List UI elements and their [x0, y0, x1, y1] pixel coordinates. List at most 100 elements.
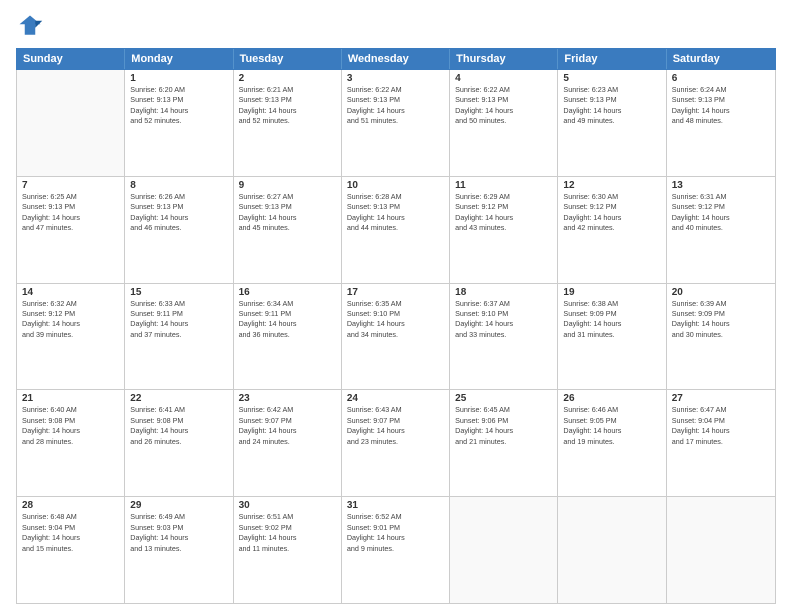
day-number: 24: [347, 393, 444, 404]
cal-cell-1-5: 4Sunrise: 6:22 AM Sunset: 9:13 PM Daylig…: [450, 70, 558, 176]
cal-cell-1-7: 6Sunrise: 6:24 AM Sunset: 9:13 PM Daylig…: [667, 70, 775, 176]
day-info: Sunrise: 6:22 AM Sunset: 9:13 PM Dayligh…: [347, 85, 444, 127]
day-info: Sunrise: 6:35 AM Sunset: 9:10 PM Dayligh…: [347, 299, 444, 341]
cal-cell-4-1: 21Sunrise: 6:40 AM Sunset: 9:08 PM Dayli…: [17, 390, 125, 496]
day-info: Sunrise: 6:21 AM Sunset: 9:13 PM Dayligh…: [239, 85, 336, 127]
day-info: Sunrise: 6:22 AM Sunset: 9:13 PM Dayligh…: [455, 85, 552, 127]
day-number: 20: [672, 287, 770, 298]
day-number: 14: [22, 287, 119, 298]
cal-header-cell-wednesday: Wednesday: [342, 49, 450, 69]
cal-cell-1-6: 5Sunrise: 6:23 AM Sunset: 9:13 PM Daylig…: [558, 70, 666, 176]
day-info: Sunrise: 6:32 AM Sunset: 9:12 PM Dayligh…: [22, 299, 119, 341]
cal-cell-1-1: [17, 70, 125, 176]
day-info: Sunrise: 6:51 AM Sunset: 9:02 PM Dayligh…: [239, 512, 336, 554]
day-info: Sunrise: 6:42 AM Sunset: 9:07 PM Dayligh…: [239, 405, 336, 447]
day-info: Sunrise: 6:38 AM Sunset: 9:09 PM Dayligh…: [563, 299, 660, 341]
day-number: 8: [130, 180, 227, 191]
day-number: 12: [563, 180, 660, 191]
cal-cell-4-4: 24Sunrise: 6:43 AM Sunset: 9:07 PM Dayli…: [342, 390, 450, 496]
day-number: 25: [455, 393, 552, 404]
cal-cell-3-3: 16Sunrise: 6:34 AM Sunset: 9:11 PM Dayli…: [234, 284, 342, 390]
logo: [16, 12, 48, 40]
day-info: Sunrise: 6:26 AM Sunset: 9:13 PM Dayligh…: [130, 192, 227, 234]
day-number: 30: [239, 500, 336, 511]
day-number: 19: [563, 287, 660, 298]
day-number: 27: [672, 393, 770, 404]
day-number: 18: [455, 287, 552, 298]
day-number: 2: [239, 73, 336, 84]
cal-cell-1-4: 3Sunrise: 6:22 AM Sunset: 9:13 PM Daylig…: [342, 70, 450, 176]
day-number: 29: [130, 500, 227, 511]
cal-cell-1-2: 1Sunrise: 6:20 AM Sunset: 9:13 PM Daylig…: [125, 70, 233, 176]
day-number: 6: [672, 73, 770, 84]
cal-cell-2-7: 13Sunrise: 6:31 AM Sunset: 9:12 PM Dayli…: [667, 177, 775, 283]
day-number: 17: [347, 287, 444, 298]
cal-cell-3-6: 19Sunrise: 6:38 AM Sunset: 9:09 PM Dayli…: [558, 284, 666, 390]
day-number: 31: [347, 500, 444, 511]
cal-cell-4-6: 26Sunrise: 6:46 AM Sunset: 9:05 PM Dayli…: [558, 390, 666, 496]
day-number: 4: [455, 73, 552, 84]
day-info: Sunrise: 6:37 AM Sunset: 9:10 PM Dayligh…: [455, 299, 552, 341]
cal-cell-5-2: 29Sunrise: 6:49 AM Sunset: 9:03 PM Dayli…: [125, 497, 233, 603]
day-number: 5: [563, 73, 660, 84]
day-info: Sunrise: 6:41 AM Sunset: 9:08 PM Dayligh…: [130, 405, 227, 447]
cal-week-2: 7Sunrise: 6:25 AM Sunset: 9:13 PM Daylig…: [17, 177, 775, 284]
cal-week-3: 14Sunrise: 6:32 AM Sunset: 9:12 PM Dayli…: [17, 284, 775, 391]
day-number: 7: [22, 180, 119, 191]
day-info: Sunrise: 6:29 AM Sunset: 9:12 PM Dayligh…: [455, 192, 552, 234]
day-info: Sunrise: 6:52 AM Sunset: 9:01 PM Dayligh…: [347, 512, 444, 554]
day-info: Sunrise: 6:20 AM Sunset: 9:13 PM Dayligh…: [130, 85, 227, 127]
cal-cell-2-1: 7Sunrise: 6:25 AM Sunset: 9:13 PM Daylig…: [17, 177, 125, 283]
day-number: 9: [239, 180, 336, 191]
logo-icon: [16, 12, 44, 40]
day-info: Sunrise: 6:31 AM Sunset: 9:12 PM Dayligh…: [672, 192, 770, 234]
day-number: 28: [22, 500, 119, 511]
cal-week-1: 1Sunrise: 6:20 AM Sunset: 9:13 PM Daylig…: [17, 70, 775, 177]
day-number: 26: [563, 393, 660, 404]
cal-cell-2-6: 12Sunrise: 6:30 AM Sunset: 9:12 PM Dayli…: [558, 177, 666, 283]
cal-cell-5-3: 30Sunrise: 6:51 AM Sunset: 9:02 PM Dayli…: [234, 497, 342, 603]
day-number: 16: [239, 287, 336, 298]
cal-cell-3-2: 15Sunrise: 6:33 AM Sunset: 9:11 PM Dayli…: [125, 284, 233, 390]
day-info: Sunrise: 6:45 AM Sunset: 9:06 PM Dayligh…: [455, 405, 552, 447]
day-info: Sunrise: 6:39 AM Sunset: 9:09 PM Dayligh…: [672, 299, 770, 341]
cal-week-5: 28Sunrise: 6:48 AM Sunset: 9:04 PM Dayli…: [17, 497, 775, 603]
cal-cell-5-6: [558, 497, 666, 603]
cal-week-4: 21Sunrise: 6:40 AM Sunset: 9:08 PM Dayli…: [17, 390, 775, 497]
day-info: Sunrise: 6:25 AM Sunset: 9:13 PM Dayligh…: [22, 192, 119, 234]
cal-header-cell-sunday: Sunday: [17, 49, 125, 69]
cal-cell-5-7: [667, 497, 775, 603]
day-number: 15: [130, 287, 227, 298]
cal-cell-1-3: 2Sunrise: 6:21 AM Sunset: 9:13 PM Daylig…: [234, 70, 342, 176]
day-info: Sunrise: 6:43 AM Sunset: 9:07 PM Dayligh…: [347, 405, 444, 447]
cal-cell-3-1: 14Sunrise: 6:32 AM Sunset: 9:12 PM Dayli…: [17, 284, 125, 390]
day-info: Sunrise: 6:28 AM Sunset: 9:13 PM Dayligh…: [347, 192, 444, 234]
calendar-header-row: SundayMondayTuesdayWednesdayThursdayFrid…: [16, 48, 776, 70]
page: SundayMondayTuesdayWednesdayThursdayFrid…: [0, 0, 792, 612]
day-info: Sunrise: 6:30 AM Sunset: 9:12 PM Dayligh…: [563, 192, 660, 234]
day-number: 22: [130, 393, 227, 404]
cal-cell-5-4: 31Sunrise: 6:52 AM Sunset: 9:01 PM Dayli…: [342, 497, 450, 603]
cal-cell-5-1: 28Sunrise: 6:48 AM Sunset: 9:04 PM Dayli…: [17, 497, 125, 603]
day-info: Sunrise: 6:40 AM Sunset: 9:08 PM Dayligh…: [22, 405, 119, 447]
cal-header-cell-friday: Friday: [558, 49, 666, 69]
cal-cell-5-5: [450, 497, 558, 603]
day-info: Sunrise: 6:47 AM Sunset: 9:04 PM Dayligh…: [672, 405, 770, 447]
cal-cell-3-7: 20Sunrise: 6:39 AM Sunset: 9:09 PM Dayli…: [667, 284, 775, 390]
day-number: 3: [347, 73, 444, 84]
cal-cell-3-4: 17Sunrise: 6:35 AM Sunset: 9:10 PM Dayli…: [342, 284, 450, 390]
cal-cell-4-5: 25Sunrise: 6:45 AM Sunset: 9:06 PM Dayli…: [450, 390, 558, 496]
day-info: Sunrise: 6:33 AM Sunset: 9:11 PM Dayligh…: [130, 299, 227, 341]
cal-cell-2-4: 10Sunrise: 6:28 AM Sunset: 9:13 PM Dayli…: [342, 177, 450, 283]
day-number: 13: [672, 180, 770, 191]
day-info: Sunrise: 6:34 AM Sunset: 9:11 PM Dayligh…: [239, 299, 336, 341]
cal-cell-2-5: 11Sunrise: 6:29 AM Sunset: 9:12 PM Dayli…: [450, 177, 558, 283]
cal-header-cell-monday: Monday: [125, 49, 233, 69]
day-number: 1: [130, 73, 227, 84]
calendar: SundayMondayTuesdayWednesdayThursdayFrid…: [16, 48, 776, 604]
day-info: Sunrise: 6:24 AM Sunset: 9:13 PM Dayligh…: [672, 85, 770, 127]
cal-cell-3-5: 18Sunrise: 6:37 AM Sunset: 9:10 PM Dayli…: [450, 284, 558, 390]
cal-header-cell-saturday: Saturday: [667, 49, 775, 69]
cal-cell-2-2: 8Sunrise: 6:26 AM Sunset: 9:13 PM Daylig…: [125, 177, 233, 283]
day-info: Sunrise: 6:27 AM Sunset: 9:13 PM Dayligh…: [239, 192, 336, 234]
